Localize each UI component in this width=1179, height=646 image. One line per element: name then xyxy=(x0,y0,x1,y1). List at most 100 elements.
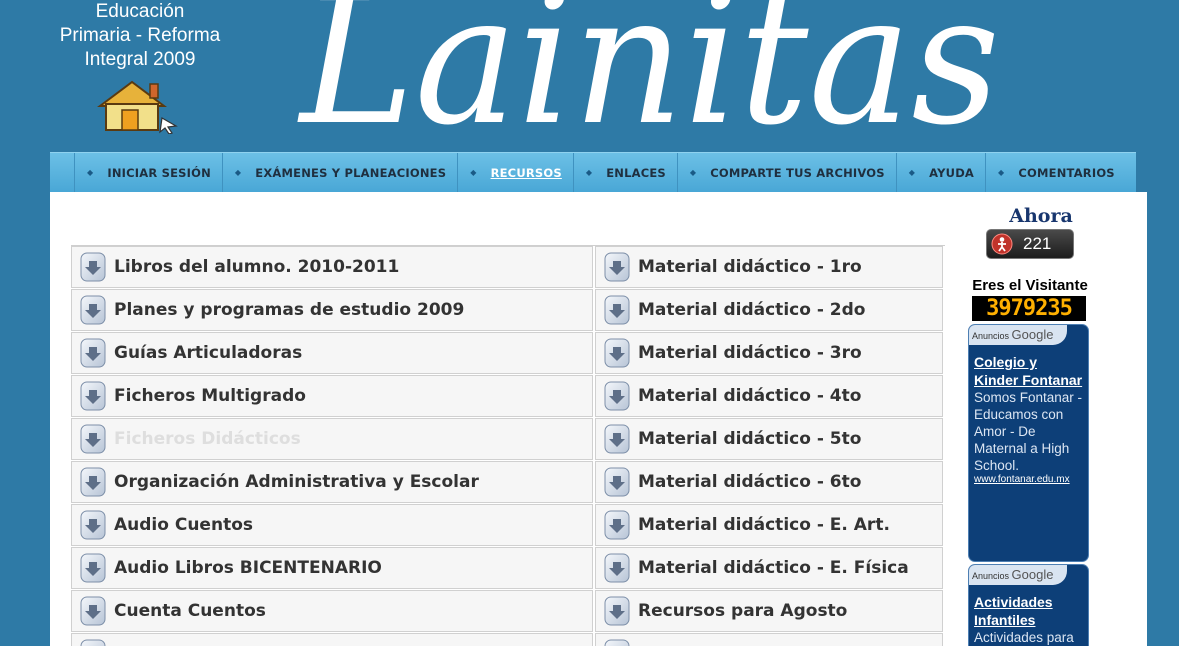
resource-link-left[interactable]: Ficheros Didácticos xyxy=(71,418,593,460)
home-icon[interactable] xyxy=(96,78,182,134)
download-arrow-icon xyxy=(604,596,630,626)
resources-grid: Libros del alumno. 2010-2011 Material did… xyxy=(71,245,945,646)
nav-label: COMENTARIOS xyxy=(1018,165,1115,180)
resource-link-left[interactable]: Audio Libros BICENTENARIO xyxy=(71,547,593,589)
nav-comentarios[interactable]: ◆ COMENTARIOS xyxy=(985,152,1126,193)
resource-row: Audio Libros BICENTENARIO Material didáct… xyxy=(71,547,945,590)
ad-description: Somos Fontanar - Educamos con Amor - De … xyxy=(974,390,1083,473)
tagline-line-1: Educación xyxy=(95,1,185,22)
online-now-label: Ahora xyxy=(1009,205,1073,227)
ad-header: Anuncios Google xyxy=(969,565,1067,585)
resource-label: Ficheros Didácticos xyxy=(114,429,301,449)
nav-iniciar-sesion[interactable]: ◆ INICIAR SESIÓN xyxy=(74,152,222,193)
resource-link-left[interactable]: Audio Cuentos xyxy=(71,504,593,546)
google-logo: Google xyxy=(1011,567,1054,582)
tagline-line-3: Integral 2009 xyxy=(84,49,196,70)
download-arrow-icon xyxy=(80,252,106,282)
download-arrow-icon xyxy=(80,424,106,454)
diamond-bullet-icon: ◆ xyxy=(470,168,477,177)
resource-label: Material didáctico - 5to xyxy=(638,429,862,449)
download-arrow-icon xyxy=(80,338,106,368)
google-ad-2[interactable]: Anuncios Google Actividades Infantiles A… xyxy=(968,564,1089,646)
resource-link-right[interactable] xyxy=(595,633,943,646)
ad-description: Actividades para xyxy=(974,630,1074,645)
nav-examenes-planeaciones[interactable]: ◆ EXÁMENES Y PLANEACIONES xyxy=(221,152,457,193)
resource-label: Cuenta Cuentos xyxy=(114,601,266,621)
online-counter: 221 xyxy=(986,229,1074,259)
download-arrow-icon xyxy=(604,639,630,646)
resource-label: Material didáctico - 4to xyxy=(638,386,862,406)
nav-label: RECURSOS xyxy=(490,165,562,180)
nav-label: COMPARTE TUS ARCHIVOS xyxy=(710,165,885,180)
resource-link-left[interactable] xyxy=(71,633,593,646)
resource-row xyxy=(71,633,945,646)
resource-label: Material didáctico - 1ro xyxy=(638,257,862,277)
resource-link-right[interactable]: Recursos para Agosto xyxy=(595,590,943,632)
download-arrow-icon xyxy=(80,510,106,540)
resource-link-right[interactable]: Material didáctico - 5to xyxy=(595,418,943,460)
download-arrow-icon xyxy=(604,252,630,282)
resource-link-right[interactable]: Material didáctico - 3ro xyxy=(595,332,943,374)
resource-link-right[interactable]: Material didáctico - E. Art. xyxy=(595,504,943,546)
nav-ayuda[interactable]: ◆ AYUDA xyxy=(895,152,985,193)
resource-link-left[interactable]: Ficheros Multigrado xyxy=(71,375,593,417)
diamond-bullet-icon: ◆ xyxy=(998,168,1005,177)
download-arrow-icon xyxy=(604,510,630,540)
visitor-counter: 3979235 xyxy=(972,296,1086,321)
resource-label: Planes y programas de estudio 2009 xyxy=(114,300,465,320)
resource-label: Material didáctico - 2do xyxy=(638,300,866,320)
person-icon xyxy=(991,233,1013,255)
resource-link-left[interactable]: Organización Administrativa y Escolar xyxy=(71,461,593,503)
resource-link-right[interactable]: Material didáctico - 1ro xyxy=(595,246,943,288)
download-arrow-icon xyxy=(604,381,630,411)
ad-title-link[interactable]: Actividades Infantiles xyxy=(974,593,1083,629)
resource-row: Libros del alumno. 2010-2011 Material did… xyxy=(71,246,945,289)
google-logo: Google xyxy=(1011,327,1054,342)
resource-label: Audio Libros BICENTENARIO xyxy=(114,558,382,578)
nav-label: ENLACES xyxy=(606,165,666,180)
resource-link-left[interactable]: Cuenta Cuentos xyxy=(71,590,593,632)
ad-url-link[interactable]: www.fontanar.edu.mx xyxy=(974,474,1083,485)
resource-label: Libros del alumno. 2010-2011 xyxy=(114,257,400,277)
ad-title-link[interactable]: Colegio y Kinder Fontanar xyxy=(974,353,1083,389)
resource-label: Ficheros Multigrado xyxy=(114,386,306,406)
resource-label: Material didáctico - E. Art. xyxy=(638,515,890,535)
diamond-bullet-icon: ◆ xyxy=(689,168,697,177)
tagline-line-2: Primaria - Reforma xyxy=(59,25,221,46)
download-arrow-icon xyxy=(80,467,106,497)
download-arrow-icon xyxy=(80,596,106,626)
resource-link-left[interactable]: Libros del alumno. 2010-2011 xyxy=(71,246,593,288)
resource-row: Guías Articuladoras Material didáctico - … xyxy=(71,332,945,375)
resource-link-left[interactable]: Guías Articuladoras xyxy=(71,332,593,374)
resource-row: Cuenta Cuentos Recursos para Agosto xyxy=(71,590,945,633)
resource-link-left[interactable]: Planes y programas de estudio 2009 xyxy=(71,289,593,331)
diamond-bullet-icon: ◆ xyxy=(87,168,94,177)
resource-link-right[interactable]: Material didáctico - E. Física xyxy=(595,547,943,589)
nav-comparte-archivos[interactable]: ◆ COMPARTE TUS ARCHIVOS xyxy=(676,152,896,193)
download-arrow-icon xyxy=(604,295,630,325)
diamond-bullet-icon: ◆ xyxy=(908,168,916,177)
resource-label: Guías Articuladoras xyxy=(114,343,303,363)
nav-enlaces[interactable]: ◆ ENLACES xyxy=(572,152,677,193)
online-count: 221 xyxy=(1023,234,1052,253)
download-arrow-icon xyxy=(604,467,630,497)
google-ad-1[interactable]: Anuncios Google Colegio y Kinder Fontana… xyxy=(968,324,1089,562)
nav-label: INICIAR SESIÓN xyxy=(107,165,211,180)
resource-label: Material didáctico - 6to xyxy=(638,472,862,492)
resource-link-right[interactable]: Material didáctico - 4to xyxy=(595,375,943,417)
resource-row: Ficheros Multigrado Material didáctico - … xyxy=(71,375,945,418)
resource-label: Material didáctico - E. Física xyxy=(638,558,909,578)
resource-label: Organización Administrativa y Escolar xyxy=(114,472,479,492)
visitor-label: Eres el Visitante xyxy=(972,277,1088,294)
download-arrow-icon xyxy=(80,553,106,583)
diamond-bullet-icon: ◆ xyxy=(234,168,242,177)
main-nav: ◆ INICIAR SESIÓN ◆ EXÁMENES Y PLANEACION… xyxy=(50,152,1136,193)
resource-link-right[interactable]: Material didáctico - 2do xyxy=(595,289,943,331)
diamond-bullet-icon: ◆ xyxy=(585,168,593,177)
download-arrow-icon xyxy=(80,381,106,411)
resource-link-right[interactable]: Material didáctico - 6to xyxy=(595,461,943,503)
download-arrow-icon xyxy=(604,553,630,583)
nav-label: EXÁMENES Y PLANEACIONES xyxy=(255,165,447,180)
site-logo[interactable]: Lainitas xyxy=(290,0,1010,140)
nav-recursos[interactable]: ◆ RECURSOS xyxy=(457,152,573,193)
